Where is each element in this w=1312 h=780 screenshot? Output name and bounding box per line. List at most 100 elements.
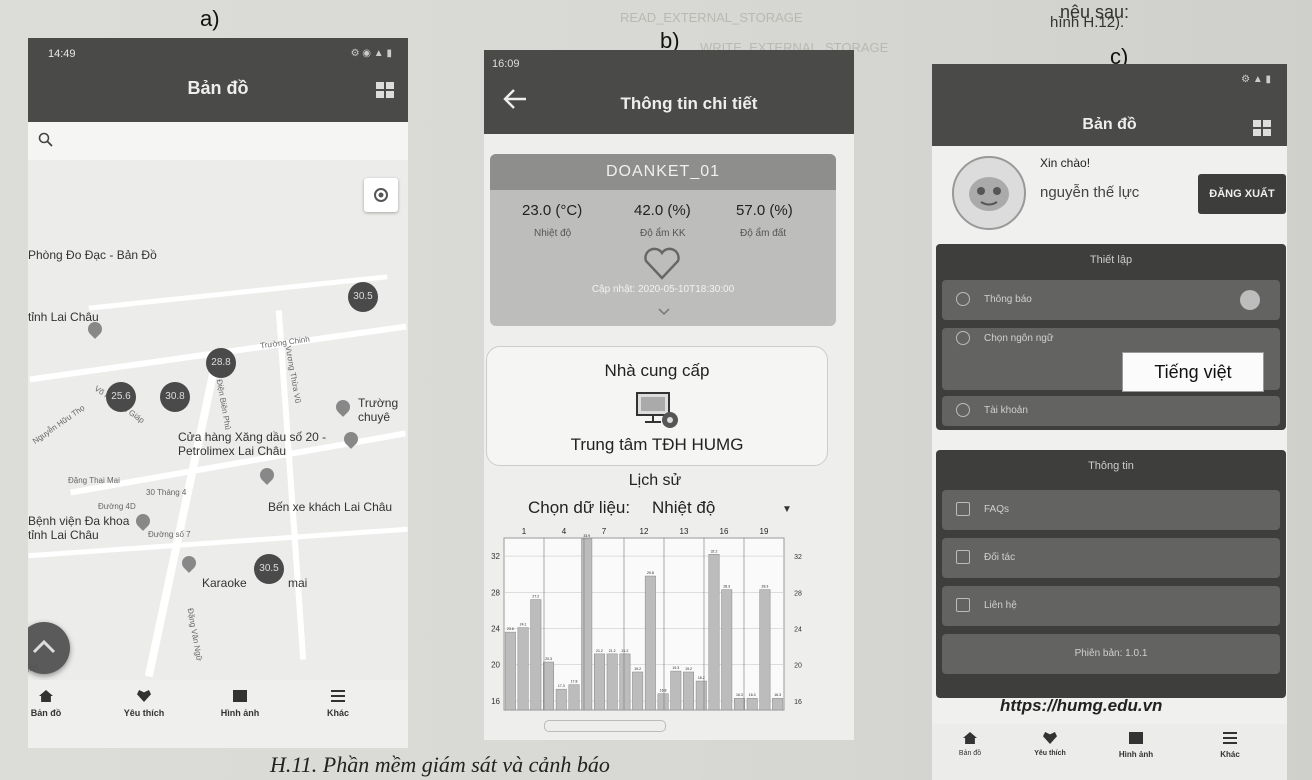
sensor-cluster-marker[interactable]: 28.8 — [206, 348, 236, 378]
chart-bar — [530, 599, 542, 711]
map-label: Bệnh viện Đa khoa tỉnh Lai Châu — [28, 514, 130, 542]
user-icon — [956, 403, 970, 418]
status-time: 14:49 — [48, 48, 76, 60]
phone-detail-screen: 16:09 Thông tin chi tiết DOANKET_01 23.0… — [484, 50, 854, 740]
sensor-cluster-marker[interactable]: 25.6 — [106, 382, 136, 412]
chart-data-label: 29.8 — [647, 571, 654, 575]
chart-bar — [593, 653, 605, 711]
version-text: Phiên bản: 1.0.1 — [1074, 648, 1148, 659]
home-icon — [963, 732, 977, 744]
map-pin-icon[interactable] — [179, 553, 199, 573]
status-time: 16:09 — [492, 58, 520, 70]
logout-button[interactable]: ĐĂNG XUẤT — [1198, 174, 1286, 214]
chart-data-label: 32.2 — [711, 549, 718, 553]
heart-outline-icon[interactable] — [642, 246, 682, 280]
figure-caption: H.11. Phần mềm giám sát và cảnh báo — [270, 752, 610, 777]
street-label: 30 Tháng 4 — [146, 488, 187, 497]
app-title: Bản đồ — [1082, 116, 1137, 133]
chart-bar — [721, 589, 733, 711]
chart-data-label: 21.2 — [609, 649, 616, 653]
nav-label: Bản đồ — [958, 750, 982, 757]
chart-x-group-label: 16 — [720, 527, 729, 536]
phone-icon — [956, 598, 970, 613]
nav-more[interactable]: Khác — [298, 690, 378, 718]
chart-y-tick-label-right: 32 — [794, 554, 802, 561]
chart-data-label: 19.2 — [685, 667, 692, 671]
setting-label: Chọn ngôn ngữ — [984, 333, 1054, 344]
chart-bar — [504, 631, 516, 711]
notification-toggle[interactable] — [1240, 290, 1260, 310]
provider-card[interactable]: Nhà cung cấp Trung tâm TĐH HUMG — [486, 346, 828, 466]
chart-bar — [746, 697, 758, 711]
my-location-button[interactable] — [364, 178, 398, 212]
nav-label: Hình ảnh — [220, 708, 260, 718]
status-icons: ⚙ ▲ ▮ — [1241, 74, 1271, 85]
map-pin-icon[interactable] — [333, 397, 353, 417]
nav-map[interactable]: Bản đồ — [28, 690, 86, 718]
station-card[interactable]: DOANKET_01 23.0 (°C) 42.0 (%) 57.0 (%) N… — [490, 154, 836, 326]
figure-label-a: a) — [200, 6, 220, 31]
sensor-cluster-marker[interactable]: 30.8 — [160, 382, 190, 412]
chevron-down-icon[interactable] — [658, 308, 670, 316]
chart-y-tick-label-right: 20 — [794, 663, 802, 670]
soil-humidity-label: Độ ẩm đất — [740, 228, 787, 239]
info-faqs[interactable]: FAQs — [942, 490, 1280, 530]
temperature-value: 23.0 (°C) — [522, 202, 583, 219]
chart-x-group-label: 12 — [640, 527, 649, 536]
map-view[interactable]: Phòng Đo Đạc - Bản Đồ tỉnh Lai Châu Trườ… — [28, 160, 408, 680]
chart-bar — [708, 554, 720, 711]
update-timestamp: Cập nhật: 2020-05-10T18:30:00 — [591, 284, 735, 295]
chart-y-tick-label-right: 28 — [794, 590, 802, 597]
chart-data-label: 21.2 — [596, 649, 603, 653]
sensor-cluster-marker[interactable]: 30.5 — [254, 554, 284, 584]
chart-data-label: 20.3 — [545, 657, 552, 661]
phone-settings-screen: ⚙ ▲ ▮ Bản đồ Xin chào! nguyễn thế lực ĐĂ… — [932, 64, 1287, 780]
info-contact[interactable]: Liên hệ — [942, 586, 1280, 626]
nav-label: Yêu thích — [123, 708, 165, 718]
language-select[interactable]: Tiếng việt — [1122, 352, 1264, 392]
info-partners[interactable]: Đối tác — [942, 538, 1280, 578]
map-label: tỉnh Lai Châu — [28, 310, 99, 324]
status-icons: ⚙ ◉ ▲ ▮ — [350, 48, 392, 59]
nav-more[interactable]: Khác — [1190, 732, 1270, 759]
temperature-label: Nhiệt độ — [534, 228, 572, 239]
grid-menu-icon[interactable] — [376, 82, 394, 100]
nav-images[interactable]: Hình ảnh — [1096, 732, 1176, 759]
chart-data-label: 28.3 — [762, 585, 769, 589]
data-select[interactable]: Nhiệt độ — [652, 498, 715, 518]
nav-map[interactable]: Bản đồ — [932, 732, 1010, 757]
nav-label: Bản đồ — [30, 708, 62, 718]
chart-data-label: 21.2 — [622, 649, 629, 653]
heart-icon — [1043, 732, 1057, 744]
dropdown-arrow-icon[interactable]: ▼ — [782, 504, 792, 515]
bottom-navigation: Bản đồ Yêu thích Hình ảnh Khác — [932, 724, 1287, 780]
chart-bar — [517, 627, 529, 711]
setting-account[interactable]: Tài khoản — [942, 396, 1280, 426]
avatar[interactable] — [952, 156, 1026, 230]
info-title: Thông tin — [1088, 460, 1134, 472]
chart-data-label: 17.3 — [558, 684, 565, 688]
image-icon — [233, 690, 247, 702]
bell-icon — [956, 292, 970, 307]
setting-notifications[interactable]: Thông báo — [942, 280, 1280, 320]
sensor-cluster-marker[interactable]: 30.5 — [348, 282, 378, 312]
search-icon[interactable] — [38, 132, 54, 148]
air-humidity-label: Độ ẩm KK — [640, 228, 686, 239]
info-label: Đối tác — [984, 552, 1016, 563]
bottom-navigation: Bản đồ Yêu thích Hình ảnh Khác — [28, 680, 408, 748]
map-pin-icon[interactable] — [257, 465, 277, 485]
nav-images[interactable]: Hình ảnh — [200, 690, 280, 718]
image-icon — [1129, 732, 1143, 744]
back-arrow-icon[interactable] — [502, 88, 528, 110]
chart-bar — [632, 671, 644, 711]
chart-y-tick-label-right: 24 — [794, 627, 802, 634]
website-url[interactable]: https://humg.edu.vn — [1000, 696, 1162, 716]
grid-menu-icon[interactable] — [1253, 120, 1271, 138]
app-bar: 14:49 ⚙ ◉ ▲ ▮ Bản đồ — [28, 38, 408, 122]
home-handle[interactable] — [544, 720, 666, 732]
nav-favorites[interactable]: Yêu thích — [104, 690, 184, 718]
street-label: Đặng Văn Ngữ — [185, 607, 204, 662]
nav-favorites[interactable]: Yêu thích — [1010, 732, 1090, 757]
settings-section: Thiết lập Thông báo Chọn ngôn ngữ Tài kh… — [936, 244, 1286, 430]
search-bar[interactable] — [28, 122, 408, 160]
